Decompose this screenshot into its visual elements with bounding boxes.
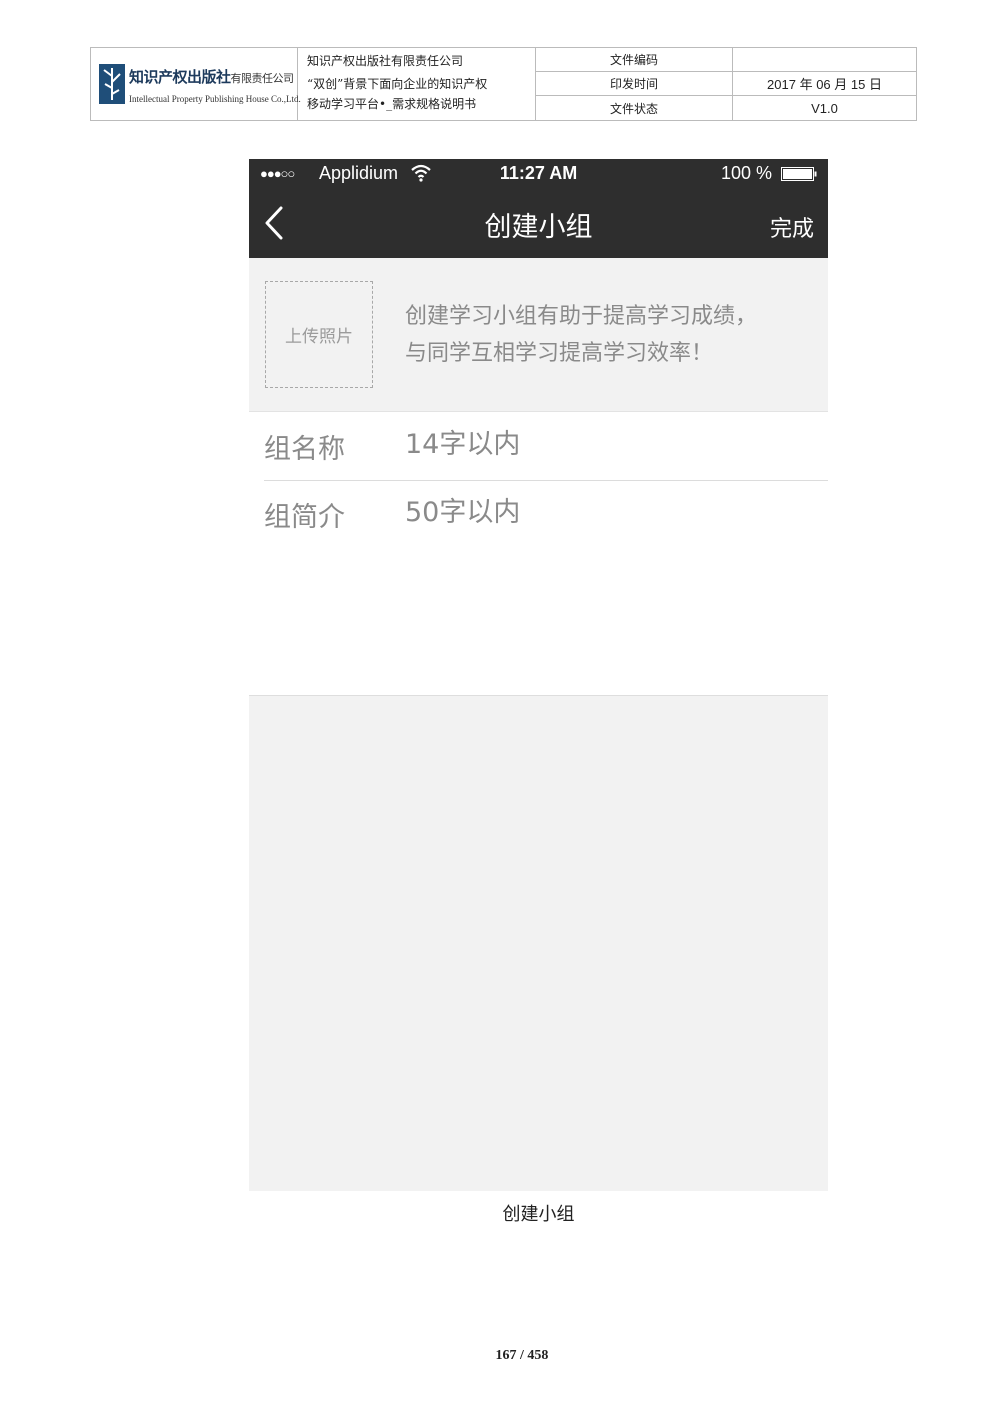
navigation-bar: 创建小组 完成 — [249, 189, 828, 258]
empty-content-area — [249, 695, 828, 1191]
group-intro-input[interactable] — [405, 492, 805, 532]
figure-caption: 创建小组 — [502, 1204, 575, 1225]
document-meta-grid: 文件编码 印发时间 2017 年 06 月 15 日 文件状态 V1.0 — [536, 48, 916, 120]
document-title: 知识产权出版社有限责任公司 “双创”背景下面向企业的知识产权 移动学习平台•_需… — [298, 48, 536, 120]
group-name-row: 组名称 — [264, 412, 828, 481]
doc-status-label: 文件状态 — [536, 96, 733, 120]
page-title: 创建小组 — [484, 212, 593, 243]
document-header: 知识产权出版社有限责任公司 Intellectual Property Publ… — [90, 47, 917, 121]
phone-screen: ●●●○○ Applidium 11:27 AM 100 % 创建小组 完成 上… — [249, 159, 828, 1191]
group-name-input[interactable] — [405, 424, 805, 464]
logo-english-name: Intellectual Property Publishing House C… — [129, 94, 301, 104]
group-form: 组名称 组简介 — [249, 411, 828, 696]
group-name-label: 组名称 — [264, 434, 345, 465]
create-group-tip: 创建学习小组有助于提高学习成绩， 与同学互相学习提高学习效率！ — [405, 298, 805, 372]
upload-photo-label: 上传照片 — [285, 327, 353, 347]
tip-line: 与同学互相学习提高学习效率！ — [405, 341, 714, 366]
title-line: 知识产权出版社有限责任公司 — [307, 54, 464, 68]
issue-date-value: 2017 年 06 月 15 日 — [733, 72, 916, 96]
done-button[interactable]: 完成 — [770, 211, 814, 243]
doc-status-value: V1.0 — [811, 100, 838, 116]
upload-section: 上传照片 创建学习小组有助于提高学习成绩， 与同学互相学习提高学习效率！ — [249, 258, 828, 411]
status-bar: ●●●○○ Applidium 11:27 AM 100 % — [249, 159, 828, 189]
doc-code-value — [733, 48, 916, 72]
issue-date-label: 印发时间 — [536, 72, 733, 96]
logo-chinese-name: 知识产权出版社有限责任公司 — [129, 68, 294, 86]
doc-code-label: 文件编码 — [536, 48, 733, 72]
publisher-logo-icon — [99, 64, 125, 104]
battery-percent: 100 % — [720, 163, 772, 183]
upload-photo-button[interactable]: 上传照片 — [265, 281, 373, 388]
title-line: 移动学习平台•_需求规格说明书 — [307, 97, 477, 111]
battery-icon — [781, 167, 817, 181]
group-intro-row: 组简介 — [264, 480, 828, 548]
page-number: 167 / 458 — [495, 1348, 549, 1363]
tip-line: 创建学习小组有助于提高学习成绩， — [405, 304, 758, 329]
publisher-logo: 知识产权出版社有限责任公司 Intellectual Property Publ… — [91, 48, 301, 120]
group-intro-label: 组简介 — [264, 502, 345, 533]
